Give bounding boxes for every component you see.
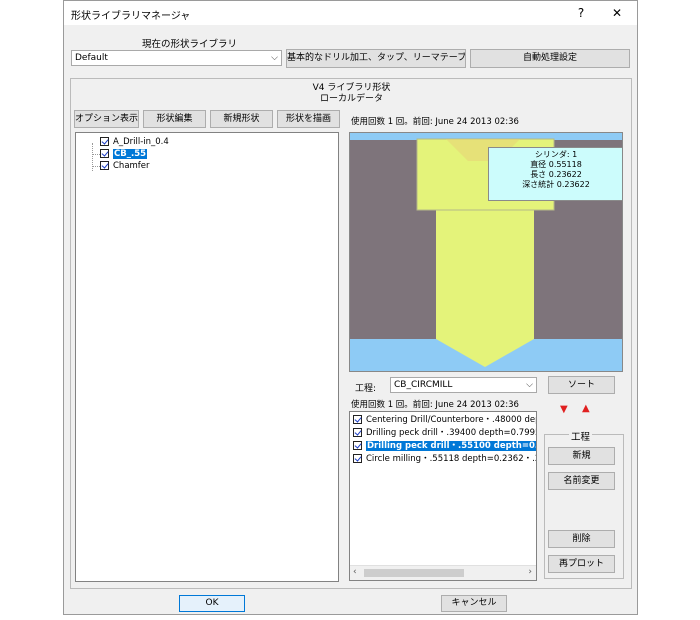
tree-connector [92, 166, 100, 167]
scroll-left-icon[interactable]: ‹ [353, 567, 357, 577]
help-button[interactable]: ? [569, 4, 593, 22]
tree-item-label: CB_.55 [113, 149, 148, 159]
chevron-down-icon: ⌵ [271, 53, 278, 63]
list-item[interactable]: Centering Drill/Counterbore・.48000 depth [353, 414, 537, 426]
edit-shape-button[interactable]: 形状編集 [143, 110, 206, 128]
process-select[interactable]: CB_CIRCMILL ⌵ [390, 377, 537, 393]
shape-tree: A_Drill-in_0.4 CB_.55 Chamfer [75, 132, 339, 582]
group-title-line2: ローカルデータ [319, 94, 383, 104]
tree-item[interactable]: CB_.55 [100, 149, 148, 159]
list-item[interactable]: Drilling peck drill・.55100 depth=0.18 [353, 440, 536, 452]
current-library-label: 現在の形状ライブラリ [142, 39, 238, 50]
library-select[interactable]: Default ⌵ [71, 50, 282, 66]
process-group-title: 工程 [569, 429, 593, 443]
shape-library-manager-window: 形状ライブラリマネージャ ? ✕ 現在の形状ライブラリ Default ⌵ 基本… [63, 0, 638, 615]
drill-body [436, 210, 534, 367]
library-select-value: Default [75, 53, 108, 63]
checked-checkbox-icon[interactable] [353, 454, 362, 463]
tree-item[interactable]: A_Drill-in_0.4 [100, 137, 169, 147]
tree-item-label: A_Drill-in_0.4 [113, 137, 169, 147]
tree-item-label: Chamfer [113, 161, 150, 171]
horizontal-scrollbar[interactable]: ‹ › [350, 565, 536, 580]
operation-label: Drilling peck drill・.55100 depth=0.18 [366, 441, 536, 451]
operation-label: Centering Drill/Counterbore・.48000 depth [366, 415, 537, 425]
cancel-button[interactable]: キャンセル [441, 595, 507, 612]
shape-preview: シリンダ: 1 直径 0.55118 長さ 0.23622 深さ統計 0.236… [349, 132, 623, 372]
replot-button[interactable]: 再プロット [548, 555, 615, 573]
operation-label: Circle milling・.55118 depth=0.2362・.25 [366, 454, 537, 464]
tooltip-cylinder: シリンダ: 1 [534, 150, 578, 159]
process-label: 工程: [355, 384, 377, 394]
scroll-right-icon[interactable]: › [528, 567, 532, 577]
dimension-tooltip: シリンダ: 1 直径 0.55118 長さ 0.23622 深さ統計 0.236… [488, 147, 622, 201]
list-item[interactable]: Drilling peck drill・.39400 depth=0.7995 [353, 427, 537, 439]
checked-checkbox-icon[interactable] [353, 428, 362, 437]
tooltip-diameter: 直径 0.55118 [530, 160, 582, 169]
new-shape-button[interactable]: 新規形状 [210, 110, 273, 128]
close-button[interactable]: ✕ [605, 4, 629, 22]
move-up-icon[interactable]: ▲ [582, 403, 590, 414]
basic-drill-table-button[interactable]: 基本的なドリル加工、タップ、リーマテーブル [286, 49, 466, 68]
operations-list: Centering Drill/Counterbore・.48000 depth… [349, 411, 537, 581]
tree-item[interactable]: Chamfer [100, 161, 150, 171]
scrollbar-thumb[interactable] [364, 569, 464, 577]
ok-button[interactable]: OK [179, 595, 245, 612]
shape-usage-text: 使用回数 1 回。前回: June 24 2013 02:36 [351, 117, 519, 127]
options-display-button[interactable]: オプション表示 [74, 110, 139, 128]
list-item[interactable]: Circle milling・.55118 depth=0.2362・.25 [353, 453, 537, 465]
sort-button[interactable]: ソート [548, 376, 615, 394]
process-select-value: CB_CIRCMILL [394, 380, 453, 390]
checked-checkbox-icon[interactable] [100, 137, 109, 146]
checked-checkbox-icon[interactable] [353, 415, 362, 424]
checked-checkbox-icon[interactable] [353, 441, 362, 450]
checked-checkbox-icon[interactable] [100, 149, 109, 158]
move-down-icon[interactable]: ▼ [560, 404, 568, 415]
window-title: 形状ライブラリマネージャ [71, 11, 191, 22]
operation-label: Drilling peck drill・.39400 depth=0.7995 [366, 428, 537, 438]
draw-shape-button[interactable]: 形状を描画 [277, 110, 340, 128]
tree-connector [92, 154, 100, 155]
rename-process-button[interactable]: 名前変更 [548, 472, 615, 490]
delete-process-button[interactable]: 削除 [548, 530, 615, 548]
tooltip-depth: 深さ統計 0.23622 [522, 180, 590, 189]
process-usage-text: 使用回数 1 回。前回: June 24 2013 02:36 [351, 400, 519, 410]
checked-checkbox-icon[interactable] [100, 161, 109, 170]
tooltip-length: 長さ 0.23622 [530, 170, 582, 179]
title-bar: 形状ライブラリマネージャ ? ✕ [64, 1, 637, 25]
chevron-down-icon: ⌵ [526, 380, 533, 390]
new-process-button[interactable]: 新規 [548, 447, 615, 465]
auto-process-settings-button[interactable]: 自動処理設定 [470, 49, 630, 68]
